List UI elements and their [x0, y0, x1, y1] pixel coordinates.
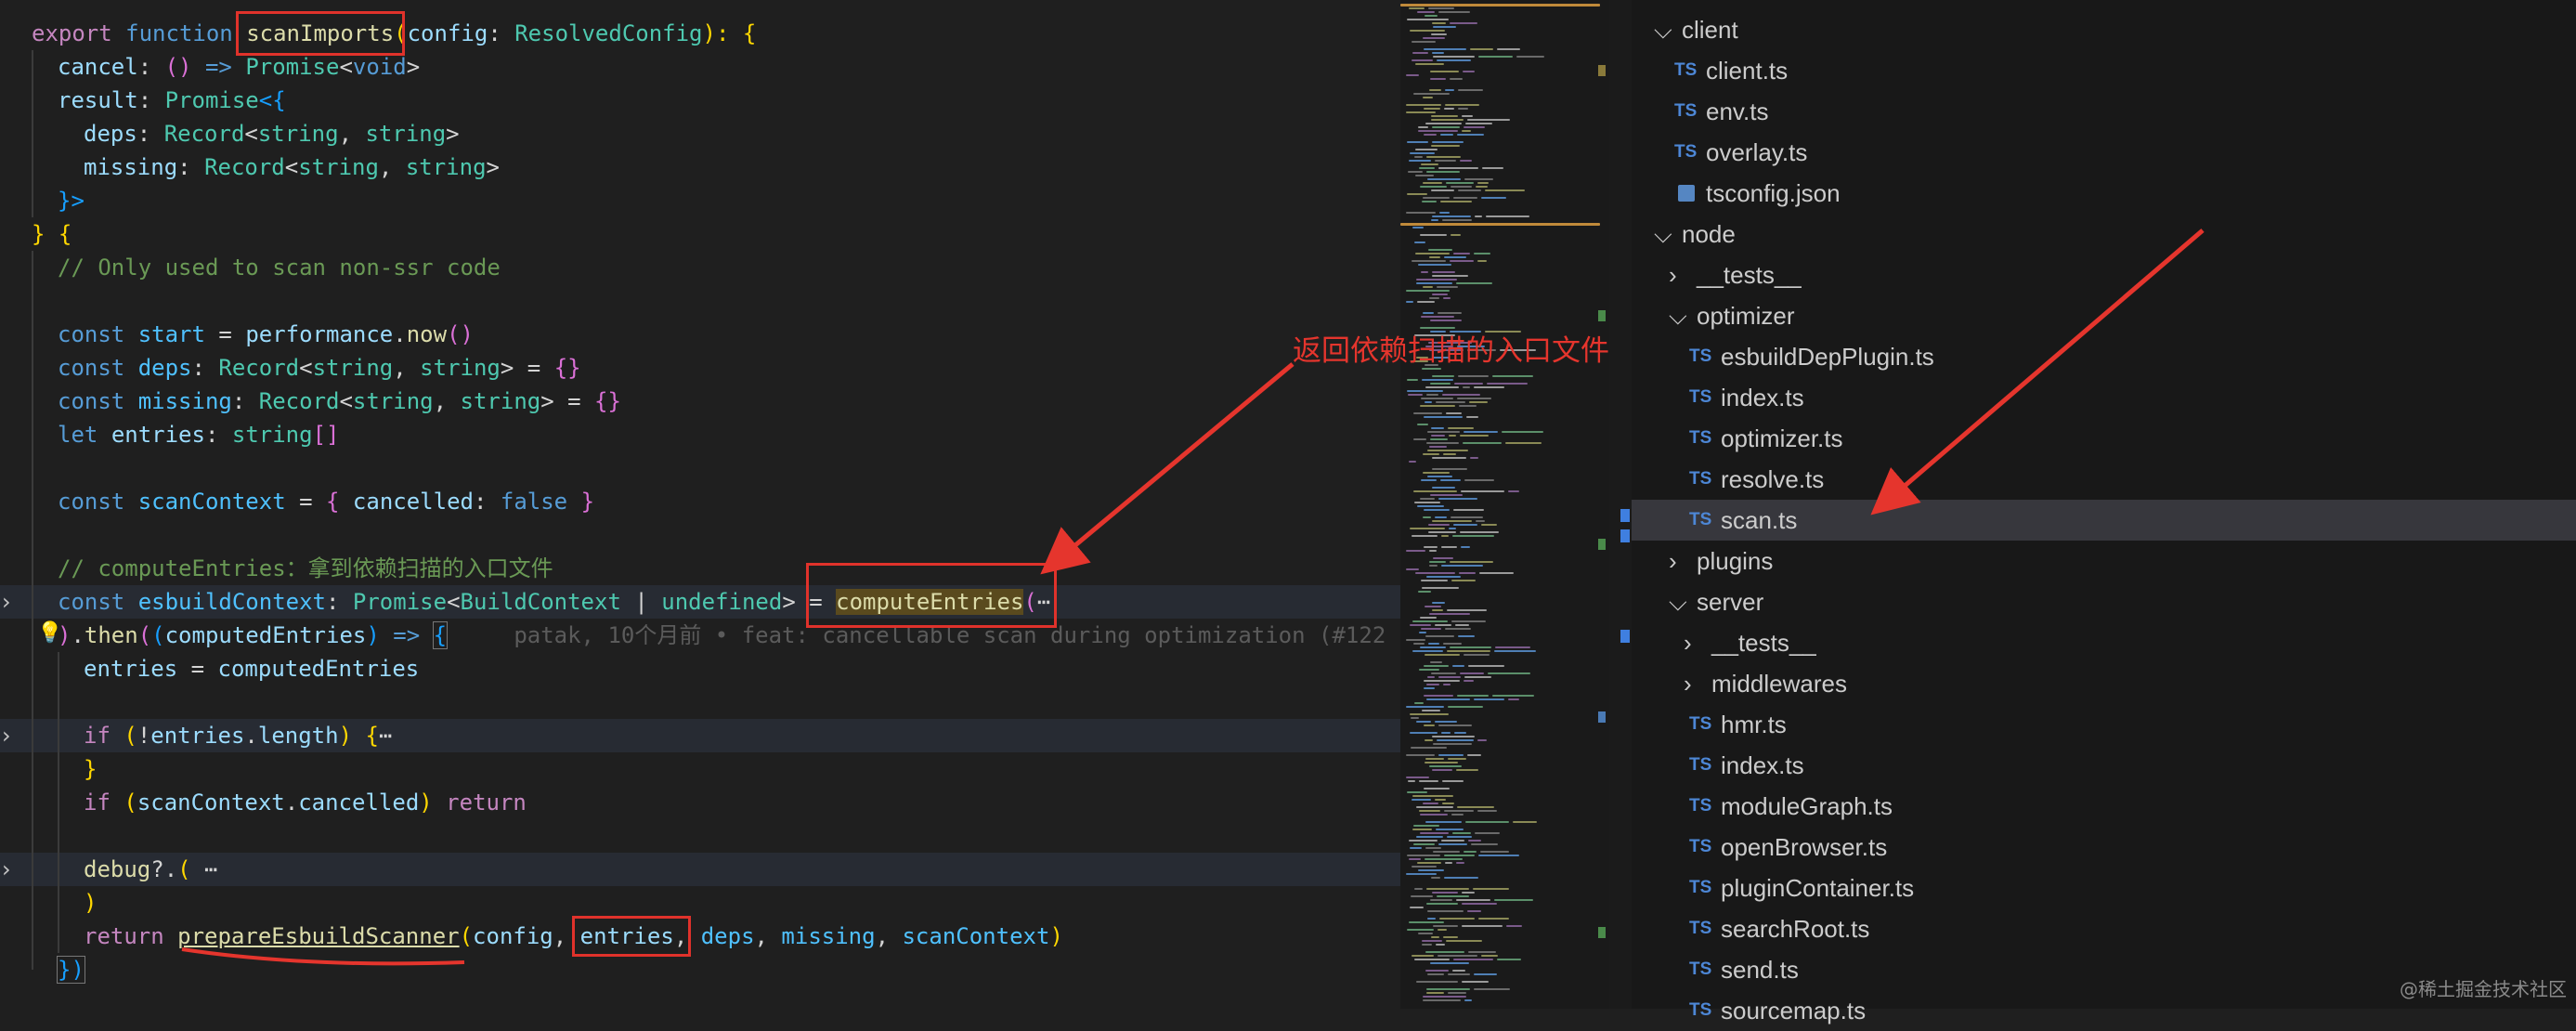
watermark: @稀土掘金技术社区 — [2400, 978, 2567, 1000]
arrow-to-scan-ts — [1870, 228, 2205, 516]
arrow-to-computeEntries — [1040, 362, 1295, 575]
underline-mark — [181, 947, 465, 966]
annotation-text: 返回依赖扫描的入口文件 — [1293, 334, 1609, 368]
annotation-arrows — [181, 228, 2205, 966]
